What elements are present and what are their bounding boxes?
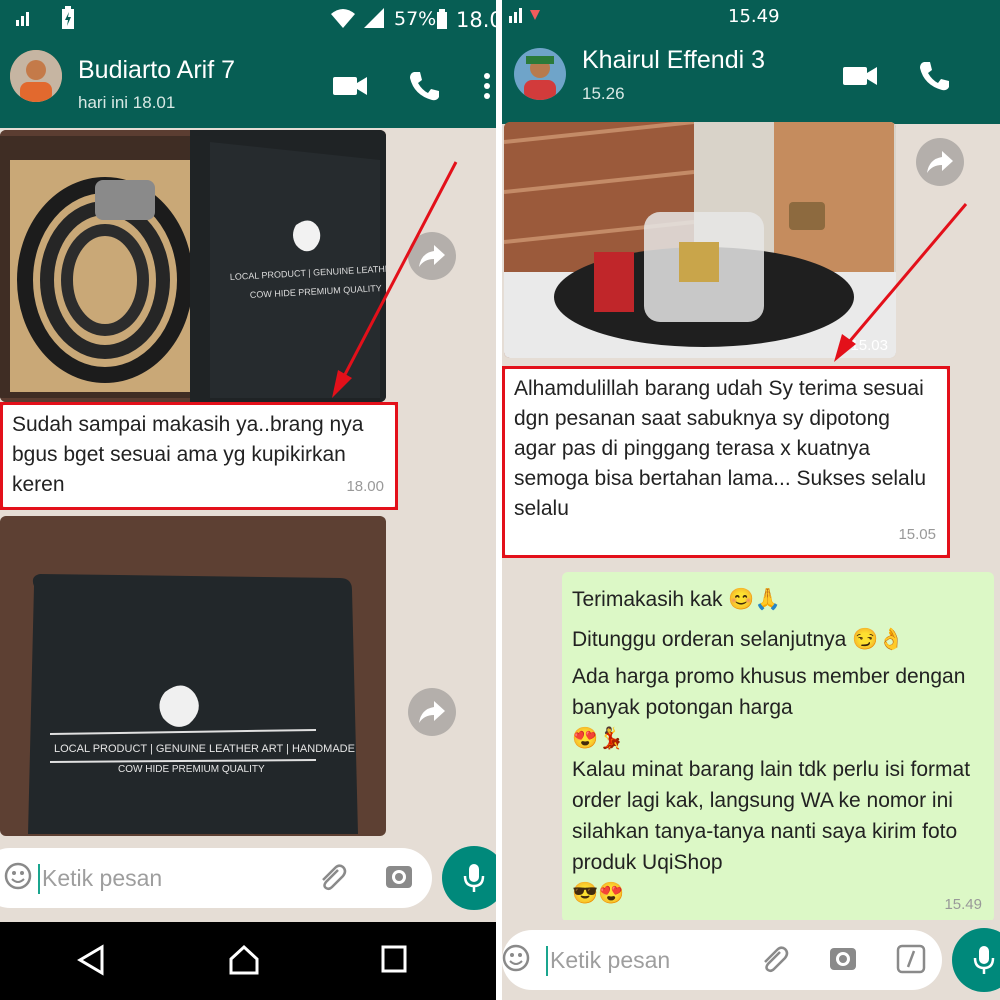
input-placeholder: Ketik pesan: [550, 947, 671, 973]
camera-icon[interactable]: [384, 862, 414, 896]
chat-area: 15.03 Alhamdulillah barang udah Sy terim…: [502, 122, 1000, 1000]
text-caret: [546, 946, 548, 976]
contact-name[interactable]: Khairul Effendi 3: [582, 46, 765, 75]
clock: 15.49: [728, 6, 780, 27]
battery-charging-icon: [60, 6, 76, 35]
input-placeholder: Ketik pesan: [42, 865, 163, 891]
voice-call-icon[interactable]: [914, 56, 954, 96]
message-input[interactable]: Ketik pesan: [502, 930, 942, 990]
message-text: Alhamdulillah barang udah Sy terima sesu…: [514, 377, 927, 520]
status-bar: 57% 18.0: [0, 0, 496, 38]
left-chat-screenshot: 57% 18.0 Budiarto Arif 7 hari ini 18.01: [0, 0, 496, 1000]
last-seen: hari ini 18.01: [78, 93, 176, 112]
home-icon[interactable]: [228, 944, 260, 976]
more-options-icon[interactable]: [478, 66, 496, 106]
reply-line: Ada harga promo khusus member dengan ban…: [572, 665, 966, 719]
status-bar: 15.49: [502, 0, 1000, 34]
red-arrow: [332, 161, 458, 398]
battery-icon: [436, 9, 448, 34]
box-print-line1: LOCAL PRODUCT | GENUINE LEATHER ART | HA…: [54, 743, 355, 755]
message-time: 15.49: [944, 896, 982, 913]
reply-emoji: 😎😍: [572, 882, 625, 905]
emoji-icon[interactable]: [502, 944, 530, 976]
message-time: 15.05: [898, 526, 936, 543]
back-icon[interactable]: [76, 944, 106, 976]
contact-name[interactable]: Budiarto Arif 7: [78, 56, 235, 85]
avatar[interactable]: [514, 48, 566, 100]
signal-icon: [508, 6, 544, 29]
attach-icon[interactable]: [758, 944, 790, 980]
input-bar: Ketik pesan: [502, 920, 1000, 1000]
message-time: 18.00: [346, 478, 384, 495]
cell-signal-icon: [362, 6, 386, 35]
clock: 18.0: [456, 8, 496, 32]
reply-emoji: 😍💃: [572, 727, 625, 750]
input-bar: Ketik pesan: [0, 838, 496, 918]
box-print-line2: COW HIDE PREMIUM QUALITY: [118, 764, 265, 775]
last-seen: 15.26: [582, 84, 625, 103]
message-bubble[interactable]: Sudah sampai makasih ya..brang nya bgus …: [2, 404, 396, 508]
closed-box-photo[interactable]: LOCAL PRODUCT | GENUINE LEATHER ART | HA…: [0, 516, 386, 836]
red-arrow: [834, 203, 968, 362]
avatar[interactable]: [10, 50, 62, 102]
forward-button[interactable]: [408, 688, 456, 736]
chat-header: Budiarto Arif 7 hari ini 18.01: [0, 38, 496, 128]
right-chat-screenshot: 15.49 Khairul Effendi 3 15.26 15.03 Alha…: [502, 0, 1000, 1000]
camera-icon[interactable]: [828, 944, 858, 978]
slash-shortcut-icon[interactable]: [896, 944, 926, 978]
mic-icon: [463, 864, 485, 892]
reply-line: Terimakasih kak 😊🙏: [572, 588, 781, 611]
message-text: Sudah sampai makasih ya..brang nya bgus …: [12, 413, 364, 496]
reply-line: Ditunggu orderan selanjutnya 😏👌: [572, 628, 905, 651]
reply-line: Kalau minat barang lain tdk perlu isi fo…: [572, 758, 971, 874]
attach-icon[interactable]: [316, 862, 348, 898]
mic-button[interactable]: [952, 928, 1000, 992]
video-call-icon[interactable]: [840, 56, 880, 96]
system-nav-bar: [0, 922, 496, 1000]
voice-call-icon[interactable]: [404, 66, 444, 106]
mic-icon: [973, 946, 995, 974]
video-call-icon[interactable]: [330, 66, 370, 106]
forward-button[interactable]: [916, 138, 964, 186]
mic-button[interactable]: [442, 846, 496, 910]
text-caret: [38, 864, 40, 894]
recents-icon[interactable]: [380, 944, 408, 974]
message-input[interactable]: Ketik pesan: [0, 848, 432, 908]
chat-header: Khairul Effendi 3 15.26: [502, 34, 1000, 124]
wifi-icon: [330, 7, 356, 34]
reply-bubble[interactable]: Terimakasih kak 😊🙏 Ditunggu orderan sela…: [562, 572, 994, 922]
emoji-icon[interactable]: [4, 862, 32, 894]
signal-icon: [14, 6, 36, 33]
message-bubble[interactable]: Alhamdulillah barang udah Sy terima sesu…: [504, 368, 948, 556]
battery-percent: 57%: [394, 8, 437, 30]
